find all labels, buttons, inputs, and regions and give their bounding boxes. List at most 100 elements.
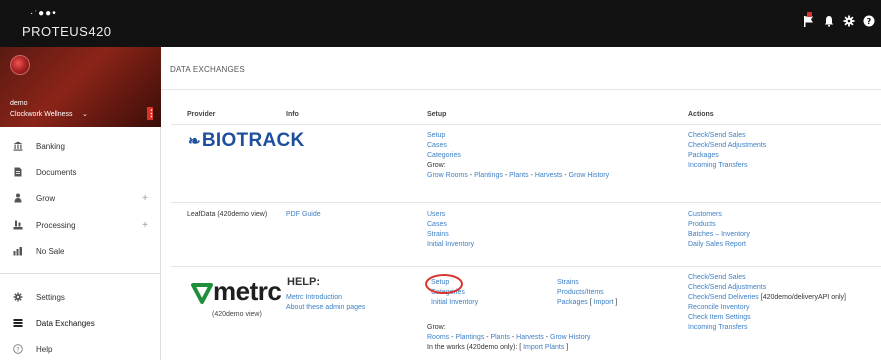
help-icon[interactable]: ? [863, 15, 875, 27]
biotrack-harvests-link[interactable]: Harvests [535, 172, 563, 179]
metrc-check-send-deliveries-link[interactable]: Check/Send Deliveries [688, 294, 759, 301]
metrc-chevron-icon [191, 283, 213, 304]
help-title: HELP: [287, 276, 320, 288]
metrc-reconcile-inventory-link[interactable]: Reconcile Inventory [688, 304, 749, 311]
gear-icon[interactable] [843, 15, 855, 27]
biotrack-plantings-link[interactable]: Plantings [474, 172, 503, 179]
biotrack-plants-link[interactable]: Plants [509, 172, 528, 179]
logo-text: PROTEUS420 [22, 24, 112, 39]
biotrack-grow-history-link[interactable]: Grow History [569, 172, 609, 179]
sidebar-item-processing[interactable]: Processing + [0, 213, 160, 237]
leafdata-provider: LeafData (420demo view) [187, 211, 268, 218]
sidebar-item-label: Grow [36, 193, 56, 203]
leafdata-actions: Customers Products Batches – Inventory D… [688, 210, 750, 250]
page-title: DATA EXCHANGES [170, 65, 245, 74]
biotrack-actions: Check/Send Sales Check/Send Adjustments … [688, 131, 766, 171]
leafdata-products-link[interactable]: Products [688, 221, 716, 228]
top-icons: ? [803, 12, 875, 27]
sidebar-item-grow[interactable]: Grow + [0, 186, 160, 210]
biotrack-packages-link[interactable]: Packages [688, 152, 719, 159]
metrc-packages-import-link[interactable]: Import [594, 299, 614, 306]
bell-icon[interactable] [823, 15, 835, 27]
metrc-subtitle: (420demo view) [212, 311, 262, 318]
column-header-provider: Provider [187, 111, 216, 118]
bank-icon [13, 141, 23, 151]
metrc-harvests-link[interactable]: Harvests [516, 334, 544, 341]
main-content: DATA EXCHANGES Provider Info Setup Actio… [161, 47, 881, 360]
sidebar-item-banking[interactable]: Banking [0, 134, 160, 158]
metrc-plants-link[interactable]: Plants [490, 334, 509, 341]
column-header-actions: Actions [688, 111, 714, 118]
sidebar-item-label: No Sale [36, 246, 65, 256]
org-selector[interactable]: Clockwork Wellness [10, 111, 73, 118]
leafdata-users-link[interactable]: Users [427, 211, 445, 218]
sidebar-item-no-sale[interactable]: No Sale [0, 239, 160, 263]
avatar[interactable] [10, 55, 30, 75]
biotrack-check-send-adjustments-link[interactable]: Check/Send Adjustments [688, 142, 766, 149]
table-divider [171, 202, 881, 203]
metrc-plantings-link[interactable]: Plantings [455, 334, 484, 341]
metrc-actions: Check/Send Sales Check/Send Adjustments … [688, 273, 846, 333]
biotrack-incoming-transfers-link[interactable]: Incoming Transfers [688, 162, 748, 169]
logo-dots: ·ˑ●●• [30, 8, 57, 19]
leafdata-cases-link[interactable]: Cases [427, 221, 447, 228]
flag-icon[interactable] [803, 12, 815, 27]
metrc-packages-link[interactable]: Packages [557, 299, 588, 306]
chevron-down-icon[interactable]: ⌄ [82, 110, 88, 118]
sidebar-item-data-exchanges[interactable]: Data Exchanges [0, 311, 160, 335]
biotrack-grow-rooms-link[interactable]: Grow Rooms [427, 172, 468, 179]
metrc-info: Metrc Introduction About these admin pag… [286, 293, 365, 313]
leafdata-pdf-guide-link[interactable]: PDF Guide [286, 211, 321, 218]
sidebar-item-label: Documents [36, 167, 77, 177]
biotrack-setup: Setup Cases Categories Grow: Grow Rooms … [427, 132, 610, 179]
sidebar-item-settings[interactable]: Settings [0, 285, 160, 309]
expand-icon[interactable]: + [142, 193, 148, 204]
leafdata-setup: Users Cases Strains Initial Inventory [427, 210, 474, 250]
profile-menu-button[interactable]: ⋮ [147, 107, 156, 120]
metrc-grow-history-link[interactable]: Grow History [550, 334, 590, 341]
metrc-incoming-transfers-link[interactable]: Incoming Transfers [688, 324, 748, 331]
user-name: demo [10, 100, 28, 107]
biotrack-leaf-icon: ❧ [188, 133, 201, 150]
metrc-strains-link[interactable]: Strains [557, 279, 579, 286]
sidebar-divider [0, 273, 160, 274]
user-profile: demo Clockwork Wellness ⌄ ⋮ [0, 47, 161, 127]
metrc-introduction-link[interactable]: Metrc Introduction [286, 294, 342, 301]
metrc-admin-pages-link[interactable]: About these admin pages [286, 304, 365, 311]
leafdata-daily-sales-report-link[interactable]: Daily Sales Report [688, 241, 746, 248]
metrc-rooms-link[interactable]: Rooms [427, 334, 449, 341]
app-logo[interactable]: ·ˑ●●• PROTEUS420 [22, 8, 132, 40]
metrc-setup-col2: Strains Products/Items Packages [ Import… [557, 279, 618, 306]
metrc-import-plants-link[interactable]: Import Plants [523, 344, 564, 351]
metrc-grow: Grow: Rooms - Plantings - Plants - Harve… [427, 324, 591, 351]
sidebar: demo Clockwork Wellness ⌄ ⋮ Banking Docu… [0, 47, 161, 360]
sidebar-item-label: Help [36, 344, 53, 354]
biotrack-categories-link[interactable]: Categories [427, 152, 461, 159]
leafdata-strains-link[interactable]: Strains [427, 231, 449, 238]
table-divider [171, 266, 881, 267]
biotrack-check-send-sales-link[interactable]: Check/Send Sales [688, 132, 746, 139]
expand-icon[interactable]: + [142, 220, 148, 231]
biotrack-cases-link[interactable]: Cases [427, 142, 447, 149]
leafdata-initial-inventory-link[interactable]: Initial Inventory [427, 241, 474, 248]
top-bar: ·ˑ●●• PROTEUS420 ? [0, 0, 881, 47]
table-divider [171, 124, 881, 125]
sidebar-item-documents[interactable]: Documents [0, 160, 160, 184]
metrc-works-label: In the works (420demo only): [427, 344, 518, 351]
sidebar-item-label: Settings [36, 292, 65, 302]
metrc-check-item-settings-link[interactable]: Check Item Settings [688, 314, 751, 321]
metrc-check-send-sales-link[interactable]: Check/Send Sales [688, 274, 746, 281]
column-header-info: Info [286, 111, 299, 118]
grow-icon [13, 193, 23, 203]
metrc-check-send-adjustments-link[interactable]: Check/Send Adjustments [688, 284, 766, 291]
deliveries-note: [420demo/deliveryAPI only] [760, 294, 846, 301]
metrc-products-items-link[interactable]: Products/Items [557, 289, 604, 296]
data-exchanges-icon [13, 318, 23, 328]
sidebar-item-label: Data Exchanges [36, 318, 95, 328]
leafdata-customers-link[interactable]: Customers [688, 211, 722, 218]
leafdata-batches-inventory-link[interactable]: Batches – Inventory [688, 231, 750, 238]
metrc-initial-inventory-link[interactable]: Initial Inventory [431, 299, 478, 306]
biotrack-logo: ❧BIOTRACK [188, 130, 305, 152]
biotrack-setup-link[interactable]: Setup [427, 132, 445, 139]
sidebar-item-help[interactable]: ? Help [0, 337, 160, 360]
